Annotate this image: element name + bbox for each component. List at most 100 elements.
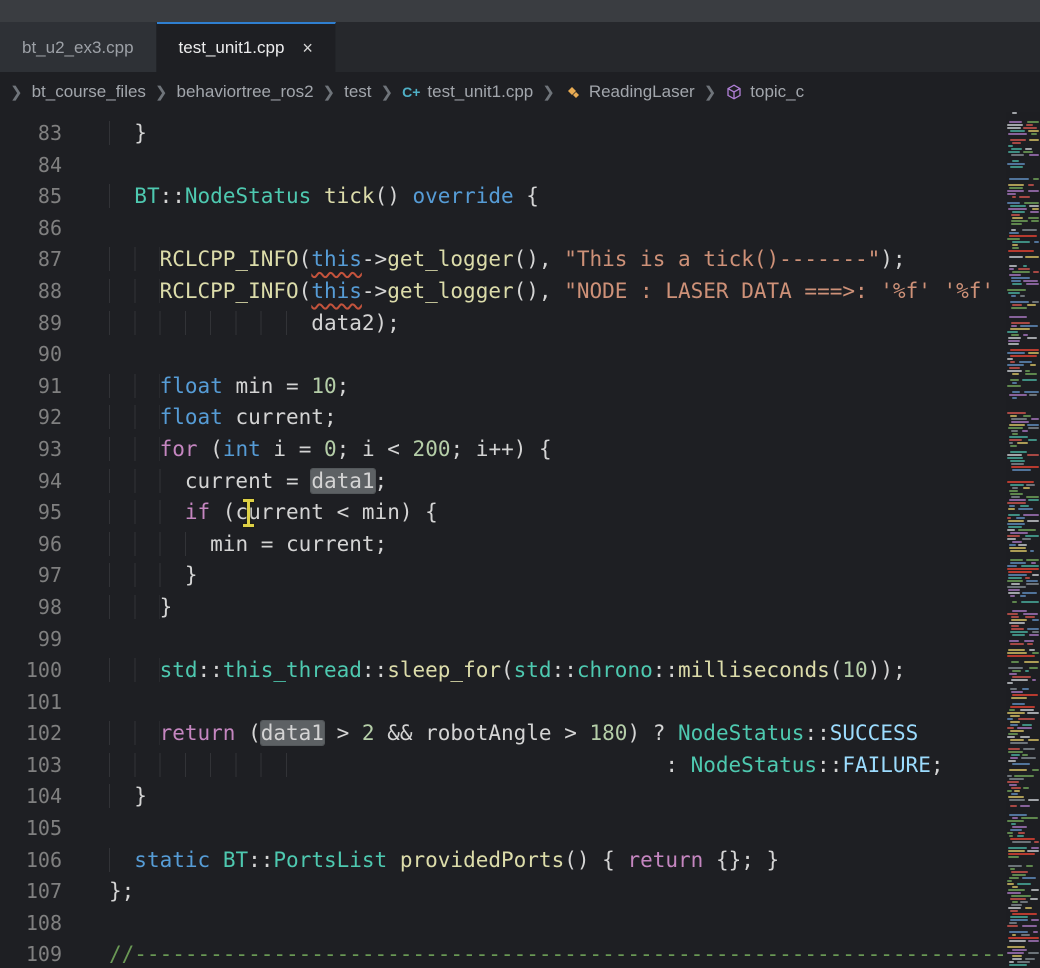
breadcrumb-item-test_unit1-cpp[interactable]: C+ test_unit1.cpp [402,82,533,102]
code-line[interactable]: 84 [0,150,1006,182]
code-text: float current; [62,402,337,434]
line-number[interactable]: 99 [0,624,62,656]
breadcrumb-item-topic_c[interactable]: topic_c [725,82,804,102]
chevron-right-icon: ❯ [704,83,717,101]
line-number[interactable]: 98 [0,592,62,624]
chevron-right-icon: ❯ [381,83,394,101]
tab-label: test_unit1.cpp [179,38,285,58]
chevron-right-icon: ❯ [155,83,168,101]
code-line[interactable]: 99 [0,624,1006,656]
code-line[interactable]: 94 current = data1; [0,466,1006,498]
code-text: static BT::PortsList providedPorts() { r… [62,845,779,877]
line-number[interactable]: 83 [0,118,62,150]
code-line[interactable]: 107}; [0,876,1006,908]
code-text: } [62,781,147,813]
code-text: } [62,560,198,592]
line-number[interactable]: 90 [0,339,62,371]
code-line[interactable]: 103 : NodeStatus::FAILURE; [0,750,1006,782]
code-line[interactable]: 90 [0,339,1006,371]
line-number[interactable]: 106 [0,845,62,877]
code-line[interactable]: 83 } [0,118,1006,150]
line-number[interactable]: 94 [0,466,62,498]
line-number[interactable]: 89 [0,308,62,340]
code-line[interactable]: 93 for (int i = 0; i < 200; i++) { [0,434,1006,466]
line-number[interactable]: 88 [0,276,62,308]
code-text: min = current; [62,529,387,561]
line-number[interactable]: 103 [0,750,62,782]
code-line[interactable]: 105 [0,813,1006,845]
line-number[interactable]: 100 [0,655,62,687]
code-text: BT::NodeStatus tick() override { [62,181,539,213]
line-number[interactable]: 91 [0,371,62,403]
close-icon[interactable]: × [302,39,313,57]
code-line[interactable]: 88 RCLCPP_INFO(this->get_logger(), "NODE… [0,276,1006,308]
minimap[interactable] [1006,112,1040,968]
tab-bt_u2_ex3-cpp[interactable]: bt_u2_ex3.cpp [0,22,157,72]
code-text: }; [62,876,134,908]
code-line[interactable]: 102 return (data1 > 2 && robotAngle > 18… [0,718,1006,750]
line-number[interactable]: 102 [0,718,62,750]
code-line[interactable]: 91 float min = 10; [0,371,1006,403]
line-number[interactable]: 93 [0,434,62,466]
code-text: return (data1 > 2 && robotAngle > 180) ?… [62,718,918,750]
code-line[interactable]: 100 std::this_thread::sleep_for(std::chr… [0,655,1006,687]
class-icon [564,83,582,101]
line-number[interactable]: 101 [0,687,62,719]
breadcrumb-label: bt_course_files [32,82,146,102]
line-number[interactable]: 105 [0,813,62,845]
line-number[interactable]: 92 [0,402,62,434]
code-line[interactable]: 97 } [0,560,1006,592]
breadcrumb-item-ReadingLaser[interactable]: ReadingLaser [564,82,695,102]
code-line[interactable]: 96 min = current; [0,529,1006,561]
method-icon [725,83,743,101]
breadcrumb-item-behaviortree_ros2[interactable]: behaviortree_ros2 [177,82,314,102]
code-editor[interactable]: 83 }8485 BT::NodeStatus tick() override … [0,112,1006,968]
breadcrumb-label: test_unit1.cpp [427,82,533,102]
line-number[interactable]: 107 [0,876,62,908]
code-line[interactable]: 106 static BT::PortsList providedPorts()… [0,845,1006,877]
tab-test_unit1-cpp[interactable]: test_unit1.cpp × [157,22,336,72]
breadcrumb-label: topic_c [750,82,804,102]
line-number[interactable]: 109 [0,939,62,968]
line-number[interactable]: 95 [0,497,62,529]
code-text: current = data1; [62,466,387,498]
code-line[interactable]: 101 [0,687,1006,719]
cpp-file-icon: C+ [402,84,420,100]
tab-bar: bt_u2_ex3.cpp test_unit1.cpp × [0,22,1040,72]
code-text: for (int i = 0; i < 200; i++) { [62,434,552,466]
code-text: } [62,118,147,150]
code-line[interactable]: 89 data2); [0,308,1006,340]
line-number[interactable]: 104 [0,781,62,813]
line-number[interactable]: 97 [0,560,62,592]
chevron-right-icon: ❯ [10,83,23,101]
line-number[interactable]: 84 [0,150,62,182]
code-line[interactable]: 98 } [0,592,1006,624]
code-text: } [62,592,172,624]
code-line[interactable]: 95 if (current < min) { [0,497,1006,529]
code-line[interactable]: 86 [0,213,1006,245]
code-line[interactable]: 87 RCLCPP_INFO(this->get_logger(), "This… [0,244,1006,276]
breadcrumb-label: behaviortree_ros2 [177,82,314,102]
line-number[interactable]: 85 [0,181,62,213]
line-number[interactable]: 87 [0,244,62,276]
breadcrumb: ❯ bt_course_files ❯ behaviortree_ros2 ❯ test ❯… [0,72,1040,112]
code-text: RCLCPP_INFO(this->get_logger(), "This is… [62,244,906,276]
code-text [62,339,109,371]
code-line[interactable]: 108 [0,908,1006,940]
code-line[interactable]: 104 } [0,781,1006,813]
line-number[interactable]: 86 [0,213,62,245]
code-text: RCLCPP_INFO(this->get_logger(), "NODE : … [62,276,994,308]
text-cursor-pointer [242,499,255,527]
breadcrumb-item-test[interactable]: test [344,82,371,102]
breadcrumb-item-bt_course_files[interactable]: bt_course_files [32,82,146,102]
code-line[interactable]: 109//-----------------------------------… [0,939,1006,968]
code-line[interactable]: 92 float current; [0,402,1006,434]
code-line[interactable]: 85 BT::NodeStatus tick() override { [0,181,1006,213]
line-number[interactable]: 96 [0,529,62,561]
line-number[interactable]: 108 [0,908,62,940]
breadcrumb-label: test [344,82,371,102]
code-text: data2); [62,308,400,340]
code-text: float min = 10; [62,371,349,403]
code-text: : NodeStatus::FAILURE; [62,750,944,782]
code-text [62,813,109,845]
